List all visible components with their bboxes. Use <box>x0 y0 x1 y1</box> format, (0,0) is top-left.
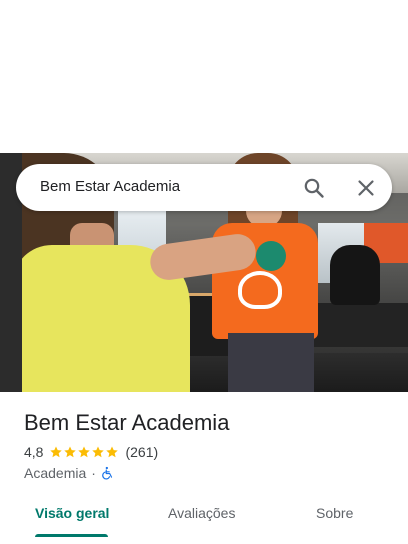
search-input[interactable]: Bem Estar Academia <box>40 178 180 195</box>
category-row: Academia · <box>24 465 115 481</box>
active-tab-indicator <box>35 534 108 537</box>
search-bar[interactable]: Bem Estar Academia <box>16 164 392 211</box>
search-icon[interactable] <box>302 176 326 200</box>
place-title: Bem Estar Academia <box>24 410 230 435</box>
tab-overview[interactable]: Visão geral <box>35 505 109 521</box>
star-icon <box>78 446 91 458</box>
tab-reviews[interactable]: Avaliações <box>168 505 235 521</box>
close-icon[interactable] <box>354 176 378 200</box>
photo-shirt-logo <box>238 271 282 309</box>
photo-person <box>228 333 314 392</box>
star-rating <box>49 445 119 459</box>
place-page: Bem Estar Academia Bem Estar Academia 4,… <box>0 0 408 544</box>
photo-kettlebell <box>256 241 286 271</box>
star-icon <box>106 446 119 458</box>
review-count[interactable]: (261) <box>125 444 158 460</box>
star-icon <box>64 446 77 458</box>
rating-row[interactable]: 4,8 (261) <box>24 444 158 460</box>
tab-bar: Visão geral Avaliações Sobre <box>0 492 408 544</box>
tab-about[interactable]: Sobre <box>316 505 353 521</box>
separator-dot: · <box>91 465 96 481</box>
photo-person <box>330 245 380 305</box>
star-icon <box>50 446 63 458</box>
wheelchair-icon <box>102 466 113 480</box>
rating-value: 4,8 <box>24 444 44 460</box>
star-icon <box>92 446 105 458</box>
place-category: Academia <box>24 465 87 481</box>
